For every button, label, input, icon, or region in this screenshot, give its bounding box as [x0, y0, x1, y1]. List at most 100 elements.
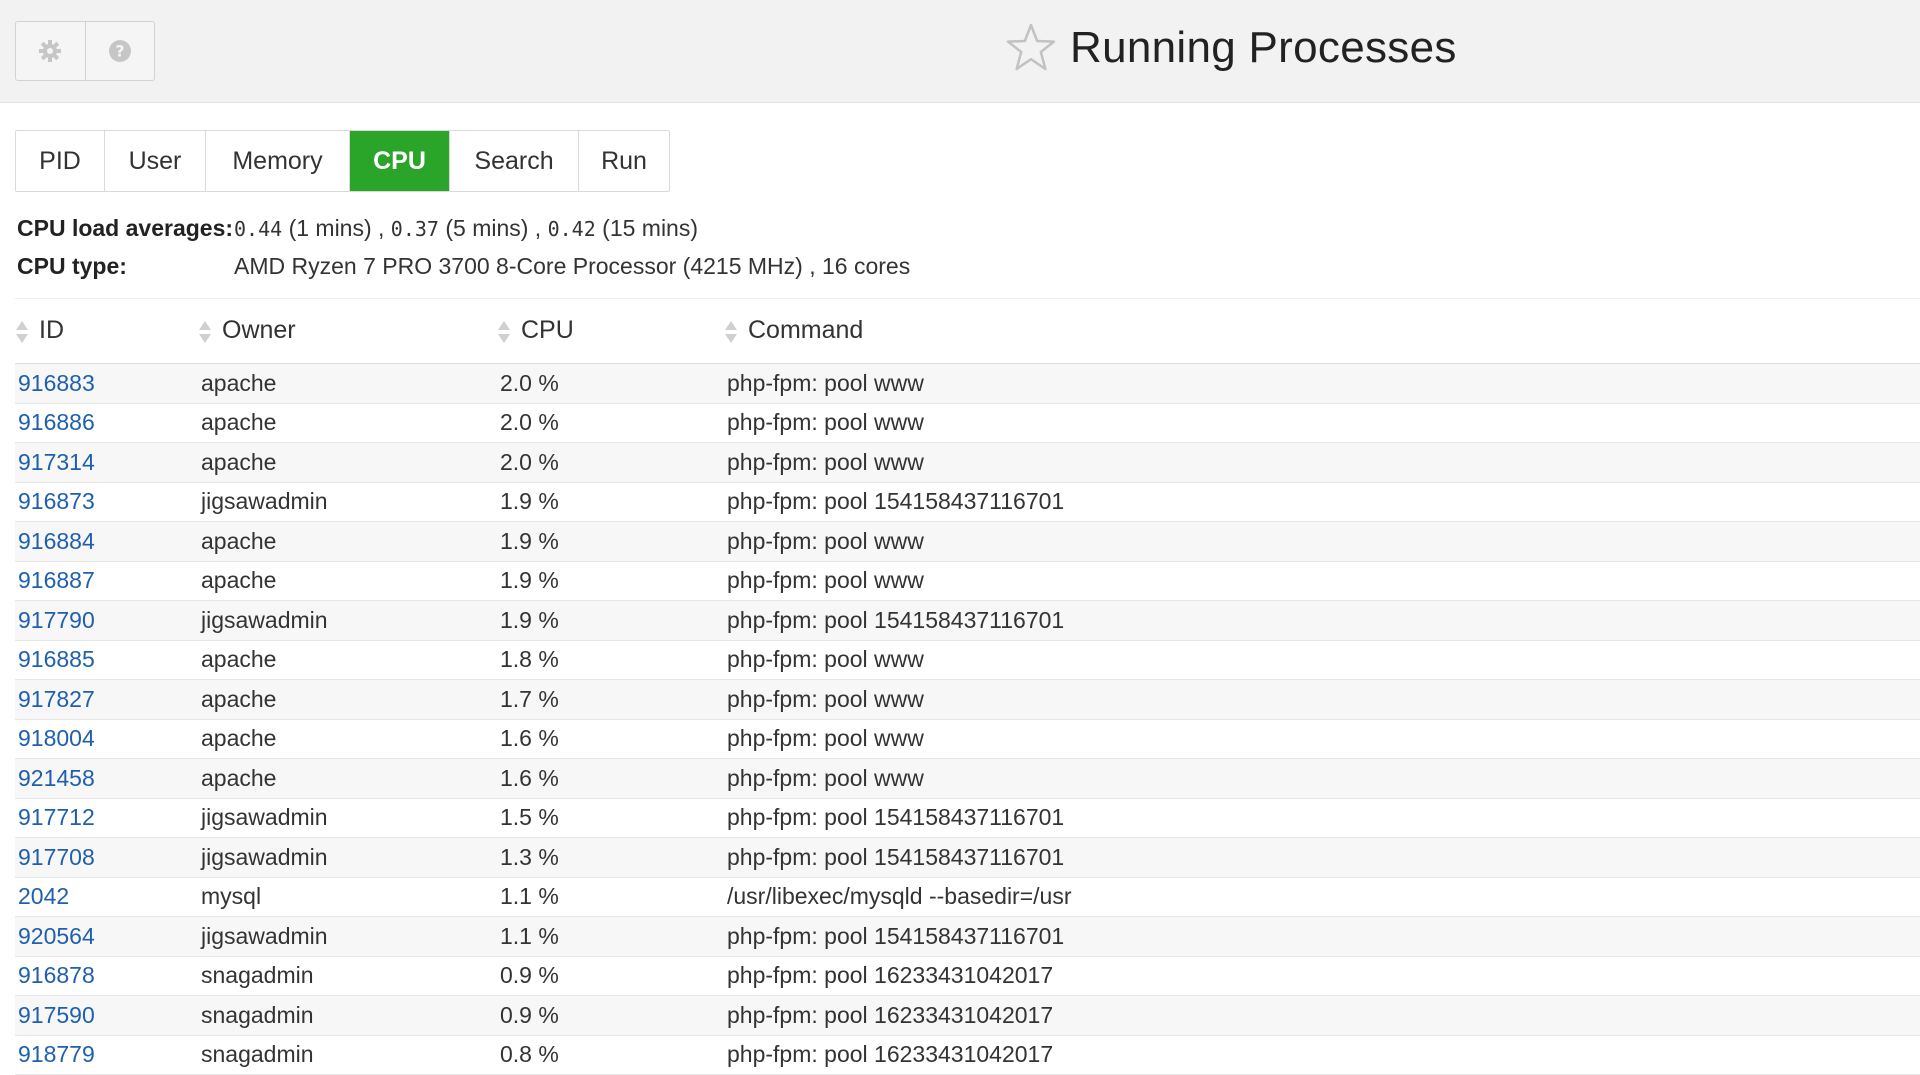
- pid-link[interactable]: 917314: [18, 449, 95, 475]
- table-row: 921458 apache 1.6 % php-fpm: pool www: [15, 758, 1920, 799]
- help-button[interactable]: ?: [84, 22, 155, 80]
- pid-link[interactable]: 917708: [18, 844, 95, 870]
- column-header-command[interactable]: Command: [724, 298, 1920, 364]
- load-1min-suffix: (1 mins) ,: [288, 215, 385, 241]
- table-row: 917314 apache 2.0 % php-fpm: pool www: [15, 442, 1920, 483]
- top-bar: ? Running Processes: [0, 0, 1920, 103]
- settings-button[interactable]: [16, 22, 85, 80]
- table-row: 916886 apache 2.0 % php-fpm: pool www: [15, 403, 1920, 443]
- pid-cell: 916885: [15, 640, 198, 680]
- pid-link[interactable]: 917590: [18, 1002, 95, 1028]
- command-cell: php-fpm: pool www: [724, 403, 1920, 443]
- pid-cell: 918004: [15, 719, 198, 759]
- owner-cell: apache: [198, 719, 497, 759]
- pid-cell: 917712: [15, 798, 198, 838]
- star-outline-icon[interactable]: [1004, 21, 1058, 75]
- cpu-cell: 1.9 %: [497, 561, 724, 601]
- page-title: Running Processes: [1070, 23, 1457, 72]
- owner-cell: jigsawadmin: [198, 600, 497, 641]
- column-header-owner[interactable]: Owner: [198, 298, 497, 364]
- cpu-cell: 1.3 %: [497, 837, 724, 878]
- column-header-id[interactable]: ID: [15, 298, 198, 364]
- pid-link[interactable]: 916887: [18, 567, 95, 593]
- table-row: 916884 apache 1.9 % php-fpm: pool www: [15, 521, 1920, 562]
- owner-cell: jigsawadmin: [198, 798, 497, 838]
- pid-link[interactable]: 916886: [18, 409, 95, 435]
- pid-link[interactable]: 920564: [18, 923, 95, 949]
- owner-cell: apache: [198, 521, 497, 562]
- table-row: 917790 jigsawadmin 1.9 % php-fpm: pool 1…: [15, 600, 1920, 641]
- pid-link[interactable]: 917790: [18, 607, 95, 633]
- pid-link[interactable]: 2042: [18, 883, 69, 909]
- command-cell: php-fpm: pool 16233431042017: [724, 1035, 1920, 1075]
- title-area: Running Processes: [1004, 16, 1457, 80]
- pid-cell: 916878: [15, 956, 198, 996]
- cpu-cell: 1.9 %: [497, 600, 724, 641]
- command-cell: php-fpm: pool www: [724, 640, 1920, 680]
- pid-link[interactable]: 921458: [18, 765, 95, 791]
- cpu-cell: 0.8 %: [497, 1035, 724, 1075]
- pid-link[interactable]: 916885: [18, 646, 95, 672]
- sort-icon: [16, 320, 28, 343]
- pid-cell: 917314: [15, 442, 198, 483]
- owner-cell: snagadmin: [198, 1035, 497, 1075]
- tab-run[interactable]: Run: [578, 131, 669, 191]
- owner-cell: apache: [198, 363, 497, 404]
- sort-icon: [199, 320, 211, 343]
- owner-cell: apache: [198, 403, 497, 443]
- pid-link[interactable]: 917712: [18, 804, 95, 830]
- cpu-cell: 2.0 %: [497, 403, 724, 443]
- tab-bar: PID User Memory CPU Search Run: [15, 130, 670, 192]
- command-cell: php-fpm: pool 16233431042017: [724, 995, 1920, 1036]
- tab-pid[interactable]: PID: [16, 131, 104, 191]
- tab-user[interactable]: User: [104, 131, 205, 191]
- column-header-cpu[interactable]: CPU: [497, 298, 724, 364]
- pid-link[interactable]: 916873: [18, 488, 95, 514]
- cpu-load-values: 0.44 (1 mins) , 0.37 (5 mins) , 0.42 (15…: [234, 215, 698, 242]
- table-row: 917590 snagadmin 0.9 % php-fpm: pool 162…: [15, 995, 1920, 1036]
- question-circle-icon: ?: [108, 40, 131, 62]
- owner-cell: apache: [198, 679, 497, 720]
- cpu-load-row: CPU load averages: 0.44 (1 mins) , 0.37 …: [17, 215, 698, 242]
- load-15min-suffix: (15 mins): [602, 215, 699, 241]
- pid-link[interactable]: 916884: [18, 528, 95, 554]
- table-row: 916873 jigsawadmin 1.9 % php-fpm: pool 1…: [15, 482, 1920, 522]
- cpu-cell: 1.1 %: [497, 916, 724, 957]
- command-cell: php-fpm: pool www: [724, 442, 1920, 483]
- command-cell: php-fpm: pool 154158437116701: [724, 600, 1920, 641]
- owner-cell: apache: [198, 561, 497, 601]
- cpu-cell: 1.1 %: [497, 877, 724, 917]
- table-row: 916883 apache 2.0 % php-fpm: pool www: [15, 363, 1920, 404]
- pid-cell: 917827: [15, 679, 198, 720]
- owner-cell: mysql: [198, 877, 497, 917]
- load-5min-suffix: (5 mins) ,: [445, 215, 542, 241]
- owner-cell: apache: [198, 442, 497, 483]
- pid-cell: 2042: [15, 877, 198, 917]
- pid-link[interactable]: 916883: [18, 370, 95, 396]
- load-1min: 0.44: [234, 217, 283, 241]
- pid-cell: 917790: [15, 600, 198, 641]
- command-cell: php-fpm: pool www: [724, 363, 1920, 404]
- pid-cell: 916884: [15, 521, 198, 562]
- owner-cell: jigsawadmin: [198, 916, 497, 957]
- tab-memory[interactable]: Memory: [205, 131, 349, 191]
- table-row: 2042 mysql 1.1 % /usr/libexec/mysqld --b…: [15, 877, 1920, 917]
- table-header-row: ID Owner CPU Command: [15, 298, 1920, 364]
- command-cell: php-fpm: pool www: [724, 521, 1920, 562]
- command-cell: /usr/libexec/mysqld --basedir=/usr: [724, 877, 1920, 917]
- sort-icon: [498, 320, 510, 343]
- table-row: 916885 apache 1.8 % php-fpm: pool www: [15, 640, 1920, 680]
- tab-search[interactable]: Search: [449, 131, 578, 191]
- tab-cpu[interactable]: CPU: [349, 131, 449, 191]
- cpu-type-label: CPU type:: [17, 253, 127, 279]
- command-cell: php-fpm: pool www: [724, 561, 1920, 601]
- pid-link[interactable]: 917827: [18, 686, 95, 712]
- table-row: 918779 snagadmin 0.8 % php-fpm: pool 162…: [15, 1035, 1920, 1075]
- pid-link[interactable]: 918779: [18, 1041, 95, 1067]
- pid-link[interactable]: 918004: [18, 725, 95, 751]
- command-cell: php-fpm: pool 154158437116701: [724, 798, 1920, 838]
- cpu-cell: 1.8 %: [497, 640, 724, 680]
- command-cell: php-fpm: pool 154158437116701: [724, 916, 1920, 957]
- owner-cell: jigsawadmin: [198, 837, 497, 878]
- pid-link[interactable]: 916878: [18, 962, 95, 988]
